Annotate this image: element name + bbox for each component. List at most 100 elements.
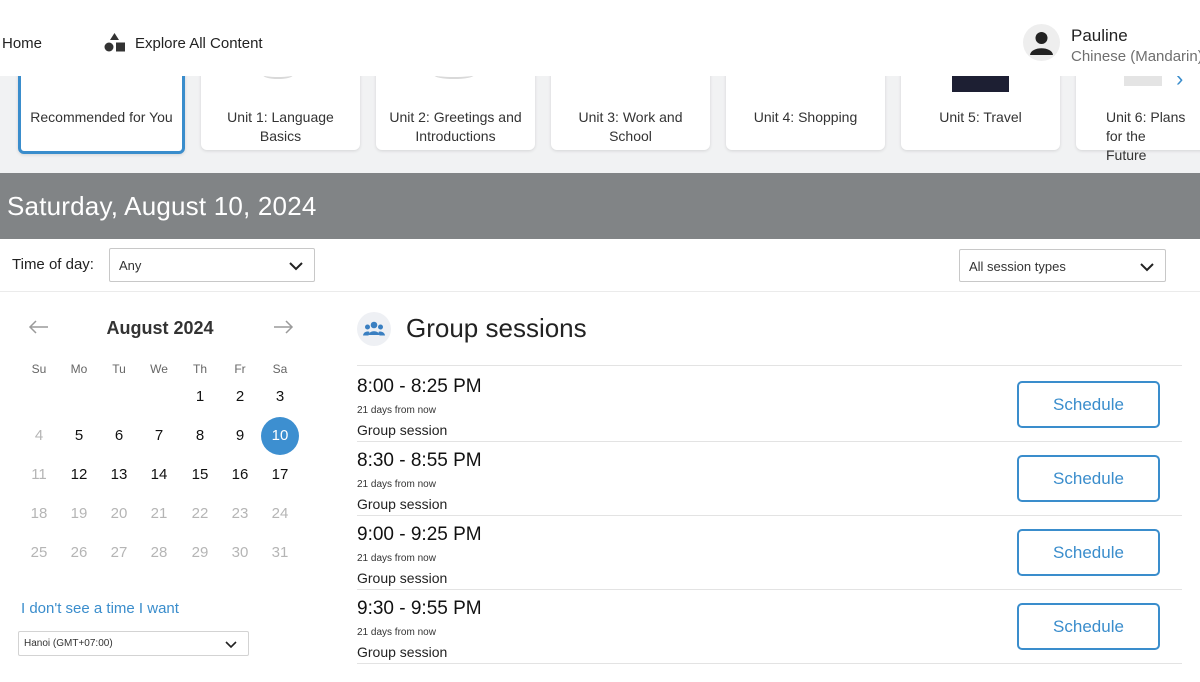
calendar-day[interactable]: 12	[60, 456, 98, 494]
calendar-day[interactable]: 15	[181, 456, 219, 494]
calendar-day[interactable]: 7	[140, 417, 178, 455]
unit-card-title: Unit 5: Travel	[939, 109, 1022, 125]
schedule-button[interactable]: Schedule	[1017, 455, 1160, 502]
unit-card-title: Unit 3: Work and School	[578, 109, 683, 144]
date-banner: Saturday, August 10, 2024	[0, 173, 1200, 239]
unit-thumbnail	[263, 76, 293, 79]
unit-card-4[interactable]: Unit 4: Shopping	[726, 76, 885, 150]
weekday-header: Th	[192, 362, 207, 376]
calendar-day: 21	[150, 505, 168, 522]
calendar-day[interactable]: 1	[181, 378, 219, 416]
schedule-button[interactable]: Schedule	[1017, 603, 1160, 650]
session-type-select[interactable]: All session types	[959, 249, 1166, 282]
session-time: 9:00 - 9:25 PM	[357, 524, 482, 545]
chevron-down-icon	[225, 641, 237, 649]
calendar-day: 20	[110, 505, 128, 522]
calendar-day[interactable]: 17	[261, 456, 299, 494]
selected-date-title: Saturday, August 10, 2024	[7, 191, 317, 221]
calendar-day: 4	[34, 427, 44, 444]
carousel-next-icon[interactable]: ›	[1176, 76, 1190, 90]
unit-card-title: Unit 1: Language Basics	[227, 109, 334, 144]
session-row: 9:30 - 9:55 PM 21 days from now Group sess…	[357, 590, 1182, 664]
nav-explore-link[interactable]: Explore All Content	[104, 33, 263, 53]
unit-card-title: Unit 2: Greetings and Introductions	[389, 109, 522, 144]
calendar-day: 28	[150, 544, 168, 561]
calendar-day: 19	[70, 505, 88, 522]
chevron-down-icon	[289, 262, 303, 271]
calendar-day[interactable]: 13	[100, 456, 138, 494]
schedule-button[interactable]: Schedule	[1017, 529, 1160, 576]
calendar-day: 11	[31, 466, 47, 483]
calendar-day: 22	[191, 505, 209, 522]
calendar-day: 31	[271, 544, 289, 561]
calendar-day-selected[interactable]: 10	[261, 417, 299, 455]
shapes-icon	[104, 33, 125, 52]
unit-thumbnail	[1124, 76, 1162, 86]
timezone-select[interactable]: Hanoi (GMT+07:00)	[18, 631, 249, 656]
no-suitable-time-link[interactable]: I don't see a time I want	[21, 600, 179, 617]
calendar-day: 18	[30, 505, 48, 522]
time-of-day-select[interactable]: Any	[109, 248, 315, 282]
calendar-month-title: August 2024	[106, 318, 214, 338]
unit-thumbnail	[434, 76, 474, 79]
filter-bar: Time of day: Any All session types	[0, 239, 1200, 292]
user-language[interactable]: Chinese (Mandarin)	[1071, 48, 1200, 65]
unit-card-title: Unit 4: Shopping	[753, 109, 858, 125]
arrow-left-icon[interactable]	[28, 319, 50, 335]
unit-carousel: Recommended for You Unit 1: Language Bas…	[0, 76, 1200, 173]
session-time: 9:30 - 9:55 PM	[357, 598, 482, 619]
session-row: 8:30 - 8:55 PM 21 days from now Group sess…	[357, 442, 1182, 516]
unit-card-1[interactable]: Unit 1: Language Basics	[201, 76, 360, 150]
session-relative-date: 21 days from now	[357, 553, 436, 564]
session-relative-date: 21 days from now	[357, 405, 436, 416]
unit-card-title: Unit 6: Plans for the Future	[1106, 109, 1186, 163]
nav-explore-label: Explore All Content	[135, 34, 263, 52]
divider	[357, 365, 1182, 366]
calendar-day: 23	[231, 505, 249, 522]
calendar-day: 29	[191, 544, 209, 561]
weekday-header: Tu	[112, 362, 126, 376]
user-name[interactable]: Pauline	[1071, 26, 1128, 46]
calendar-day: 27	[110, 544, 128, 561]
session-type: Group session	[357, 570, 448, 586]
calendar-day[interactable]: 6	[100, 417, 138, 455]
calendar-day: 24	[271, 505, 289, 522]
session-relative-date: 21 days from now	[357, 627, 436, 638]
group-icon	[357, 312, 391, 346]
calendar-day: 25	[30, 544, 48, 561]
unit-thumbnail	[952, 76, 1009, 92]
arrow-right-icon[interactable]	[272, 319, 294, 335]
schedule-button[interactable]: Schedule	[1017, 381, 1160, 428]
session-type-value: All session types	[969, 259, 1066, 274]
unit-card-3[interactable]: Unit 3: Work and School	[551, 76, 710, 150]
calendar-day[interactable]: 2	[221, 378, 259, 416]
weekday-header: We	[150, 362, 168, 376]
unit-card-5[interactable]: Unit 5: Travel	[901, 76, 1060, 150]
unit-card-recommended[interactable]: Recommended for You	[18, 76, 185, 154]
calendar-day: 30	[231, 544, 249, 561]
time-of-day-label: Time of day:	[12, 256, 94, 273]
calendar-day[interactable]: 9	[221, 417, 259, 455]
session-time: 8:30 - 8:55 PM	[357, 450, 482, 471]
divider	[357, 663, 1182, 664]
session-row: 8:00 - 8:25 PM 21 days from now Group sess…	[357, 368, 1182, 442]
group-sessions-heading: Group sessions	[406, 313, 587, 343]
top-nav: Home Explore All Content Pauline Chinese…	[0, 0, 1200, 76]
calendar-day[interactable]: 5	[60, 417, 98, 455]
chevron-down-icon	[1140, 263, 1154, 272]
calendar-day[interactable]: 8	[181, 417, 219, 455]
calendar-day[interactable]: 14	[140, 456, 178, 494]
calendar-day[interactable]: 16	[221, 456, 259, 494]
session-type: Group session	[357, 496, 448, 512]
nav-home-link[interactable]: Home	[2, 35, 42, 52]
weekday-header: Su	[31, 362, 47, 376]
weekday-header: Sa	[272, 362, 288, 376]
avatar[interactable]	[1023, 24, 1060, 61]
weekday-header: Mo	[70, 362, 88, 376]
session-time: 8:00 - 8:25 PM	[357, 376, 482, 397]
calendar-day[interactable]: 3	[261, 378, 299, 416]
session-type: Group session	[357, 644, 448, 660]
unit-card-2[interactable]: Unit 2: Greetings and Introductions	[376, 76, 535, 150]
timezone-value: Hanoi (GMT+07:00)	[24, 638, 113, 649]
unit-card-title: Recommended for You	[30, 109, 173, 125]
